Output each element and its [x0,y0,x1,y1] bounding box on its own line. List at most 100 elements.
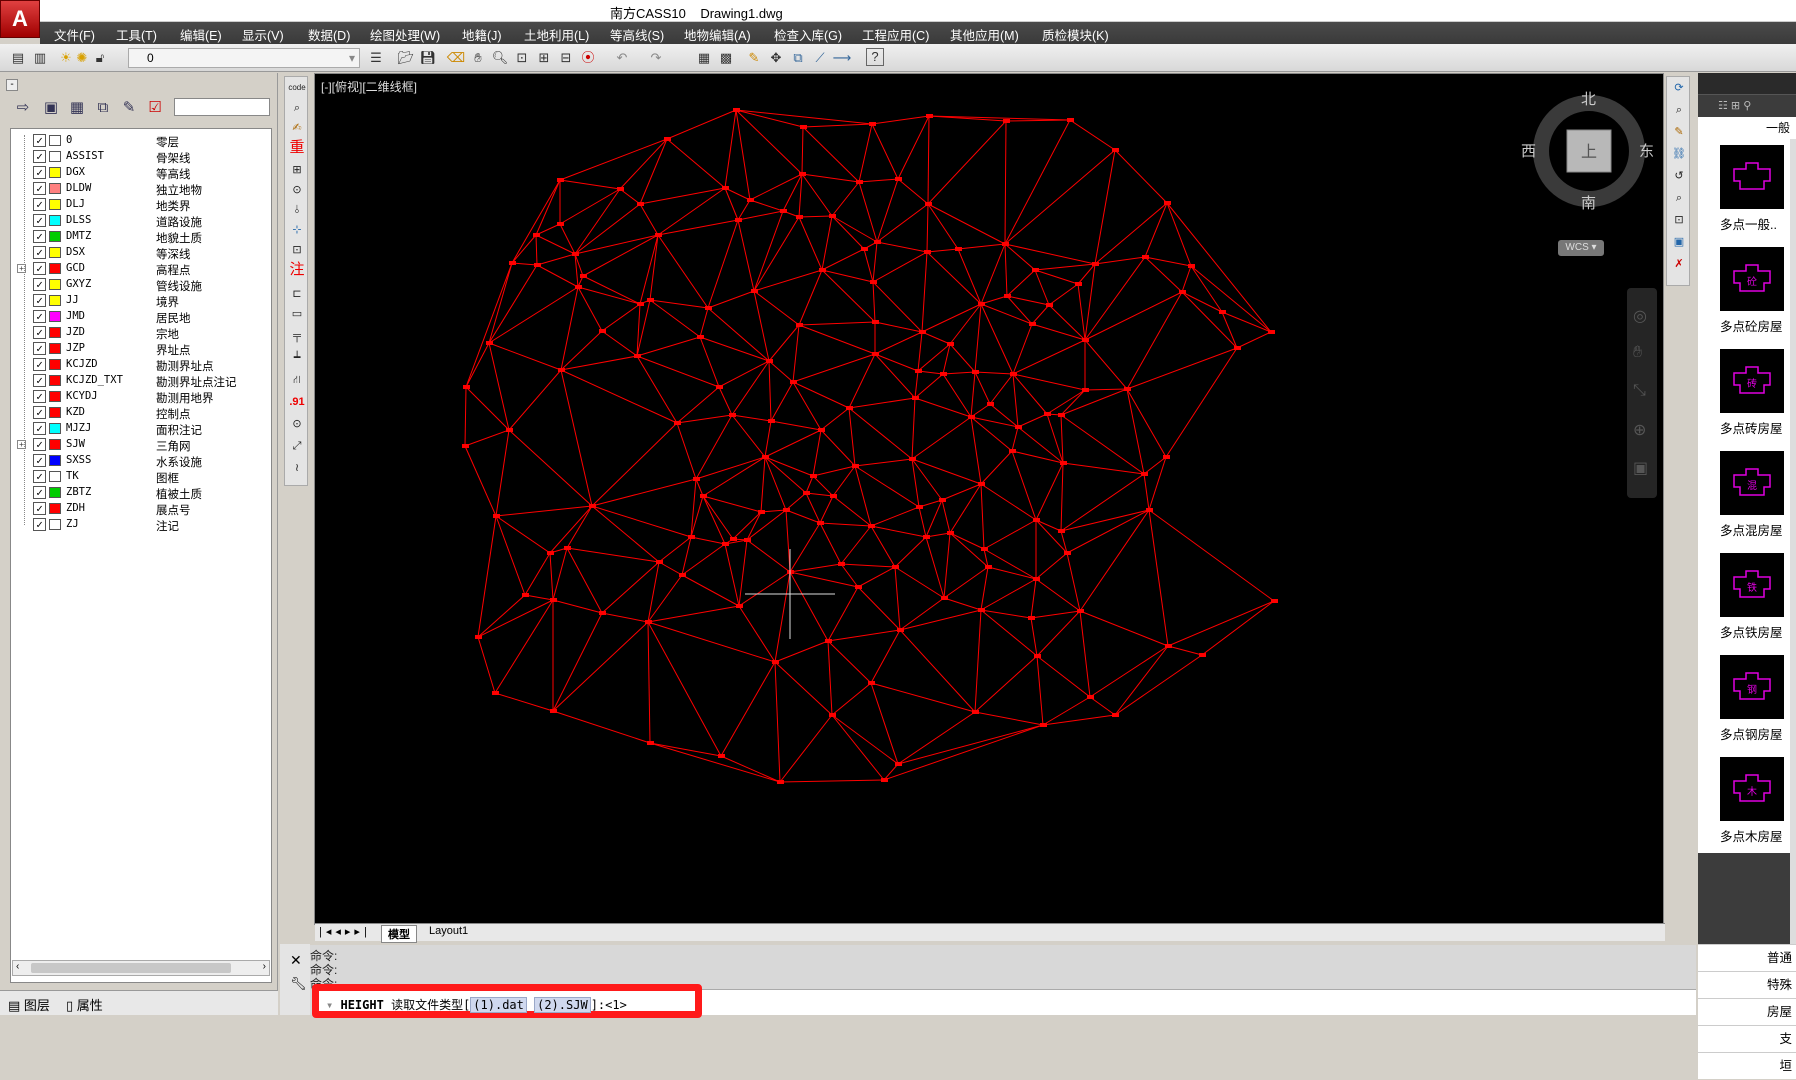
menu-item[interactable]: 绘图处理(W) [370,25,440,44]
layer-row[interactable]: ✓ DLSS 道路设施 [11,213,271,229]
wheel-icon[interactable]: ◎ [1633,306,1647,326]
layer-color-swatch[interactable] [49,471,61,482]
zoom-extents-icon[interactable]: ⊞ [534,48,554,68]
wall-icon[interactable]: ┷ [287,349,307,367]
circle-icon[interactable]: ⊙ [287,415,307,433]
menu-item[interactable]: 工具(T) [116,25,157,44]
layer-color-swatch[interactable] [49,183,61,194]
grid-icon[interactable]: ⊞ [287,161,307,179]
delete-icon[interactable]: ✗ [1669,255,1689,273]
tab-layers[interactable]: ▤ 图层 [8,995,50,1014]
layer-visible-checkbox[interactable]: ✓ [33,246,46,259]
compass-south[interactable]: 南 [1581,192,1596,213]
linetype-icon[interactable]: ☰ [366,48,386,68]
tab-model[interactable]: 模型 [381,925,417,943]
layer-color-swatch[interactable] [49,391,61,402]
layer-color-swatch[interactable] [49,455,61,466]
layer-visible-checkbox[interactable]: ✓ [33,454,46,467]
viewcube-top-face[interactable]: 上 [1581,138,1597,162]
layer-row[interactable]: ✓ ZDH 展点号 [11,501,271,517]
rectangle-icon[interactable]: ▭ [287,305,307,323]
layer-visible-checkbox[interactable]: ✓ [33,230,46,243]
menu-item[interactable]: 显示(V) [242,25,284,44]
menu-item[interactable]: 工程应用(C) [862,25,929,44]
layer-row[interactable]: ✓ JZP 界址点 [11,341,271,357]
zoom-object-icon[interactable]: ⦿ [578,48,598,68]
layer-row[interactable]: ✓ SXSS 水系设施 [11,453,271,469]
layer-row[interactable]: ✓ 0 零层 [11,133,271,149]
layer-row[interactable]: ✓ TK 图框 [11,469,271,485]
annotate-button[interactable]: 注 [287,261,307,279]
xyz-icon[interactable]: ⊹ [287,221,307,239]
layer-visible-checkbox[interactable]: ✓ [33,262,46,275]
layer-color-swatch[interactable] [49,327,61,338]
layer-row[interactable]: ✓ JZD 宗地 [11,325,271,341]
layer-row[interactable]: ✓ ASSIST 骨架线 [11,149,271,165]
layer-color-swatch[interactable] [49,519,61,530]
layer-color-swatch[interactable] [49,343,61,354]
move-icon[interactable]: ✥ [766,48,786,68]
layer-row[interactable]: + ✓ GCD 高程点 [11,261,271,277]
tab-layout1[interactable]: Layout1 [423,925,474,937]
draw-line-icon[interactable]: ✎ [744,48,764,68]
palette-category-tab[interactable]: 特殊 [1698,971,1796,998]
find-icon[interactable]: ⌕ [1669,189,1689,207]
select-icon[interactable]: ⊡ [1669,211,1689,229]
layer-color-swatch[interactable] [49,487,61,498]
zoom-window-icon[interactable]: ⊡ [512,48,532,68]
measure-icon[interactable]: ⌕ [287,99,307,117]
zoom-icon[interactable]: ⤡ [1633,382,1646,400]
layer-row[interactable]: ✓ DLJ 地类界 [11,197,271,213]
new-layer-icon[interactable]: ⇨ [12,97,34,119]
tab-properties[interactable]: ▯ 属性 [66,995,103,1014]
layer-check-icon[interactable]: ☑ [144,97,166,119]
layer-visible-checkbox[interactable]: ✓ [33,278,46,291]
ruler-icon[interactable]: ⫰ [287,201,307,219]
layer-row[interactable]: ✓ DMTZ 地貌土质 [11,229,271,245]
layer-visible-checkbox[interactable]: ✓ [33,374,46,387]
menu-item[interactable]: 编辑(E) [180,25,222,44]
menu-item[interactable]: 质检模块(K) [1042,25,1109,44]
compass-west[interactable]: 西 [1521,140,1536,161]
layer-props-icon[interactable]: ▦ [66,97,88,119]
open-file-icon[interactable]: 📂︎ [396,48,416,68]
menu-item[interactable]: 地物编辑(A) [684,25,751,44]
menu-item[interactable]: 文件(F) [54,25,95,44]
layer-color-swatch[interactable] [49,407,61,418]
palette-category-tab[interactable]: 支 [1698,1025,1796,1052]
layer-color-swatch[interactable] [49,151,61,162]
layer-visible-checkbox[interactable]: ✓ [33,470,46,483]
option-dat[interactable]: (1).dat [470,997,527,1013]
sun-icon[interactable]: ✺ [72,48,92,68]
symbol-item[interactable]: 砼多点砼房屋 [1698,241,1796,343]
symbol-item[interactable]: 混多点混房屋 [1698,445,1796,547]
code-button[interactable]: code [287,79,307,97]
layer-color-swatch[interactable] [49,263,61,274]
viewcube[interactable]: 北 南 东 西 上 [1519,86,1659,216]
pan-icon[interactable]: ✋︎ [1633,344,1642,362]
layer-row[interactable]: ✓ ZJ 注记 [11,517,271,533]
zoom-realtime-icon[interactable]: 🔍︎ [490,48,510,68]
redo-icon[interactable]: ↷ [646,48,666,68]
zoom-previous-icon[interactable]: ⊟ [556,48,576,68]
symbol-item[interactable]: 多点一般.. [1698,139,1796,241]
layer-visible-checkbox[interactable]: ✓ [33,486,46,499]
drawing-canvas[interactable]: [-][俯视][二维线框] 北 南 东 西 上 WCS ▾ |◂◂▸▸| 模型 … [314,73,1665,943]
layer-visible-checkbox[interactable]: ✓ [33,198,46,211]
palette-category-tab[interactable]: 房屋 [1698,998,1796,1025]
slope-icon[interactable]: ⤢ [287,437,307,455]
option-sjw[interactable]: (2).SJW [534,997,591,1013]
layer-visible-checkbox[interactable]: ✓ [33,310,46,323]
layer-visible-checkbox[interactable]: ✓ [33,326,46,339]
orbit-icon[interactable]: ⊕ [1633,420,1646,440]
tab-nav-arrows[interactable]: |◂◂▸▸| [319,925,371,938]
menu-item[interactable]: 其他应用(M) [950,25,1019,44]
palette-tab-general[interactable]: 一般 [1698,117,1796,139]
curve-edit-icon[interactable]: ↺ [1669,167,1689,185]
layer-visible-checkbox[interactable]: ✓ [33,406,46,419]
layer-row[interactable]: ✓ ZBTZ 植被土质 [11,485,271,501]
layer-row[interactable]: ✓ KZD 控制点 [11,405,271,421]
coordinate-icon[interactable]: ⊡ [287,241,307,259]
zoom-icon[interactable]: ⌕ [1669,101,1689,119]
layer-row[interactable]: ✓ DSX 等深线 [11,245,271,261]
